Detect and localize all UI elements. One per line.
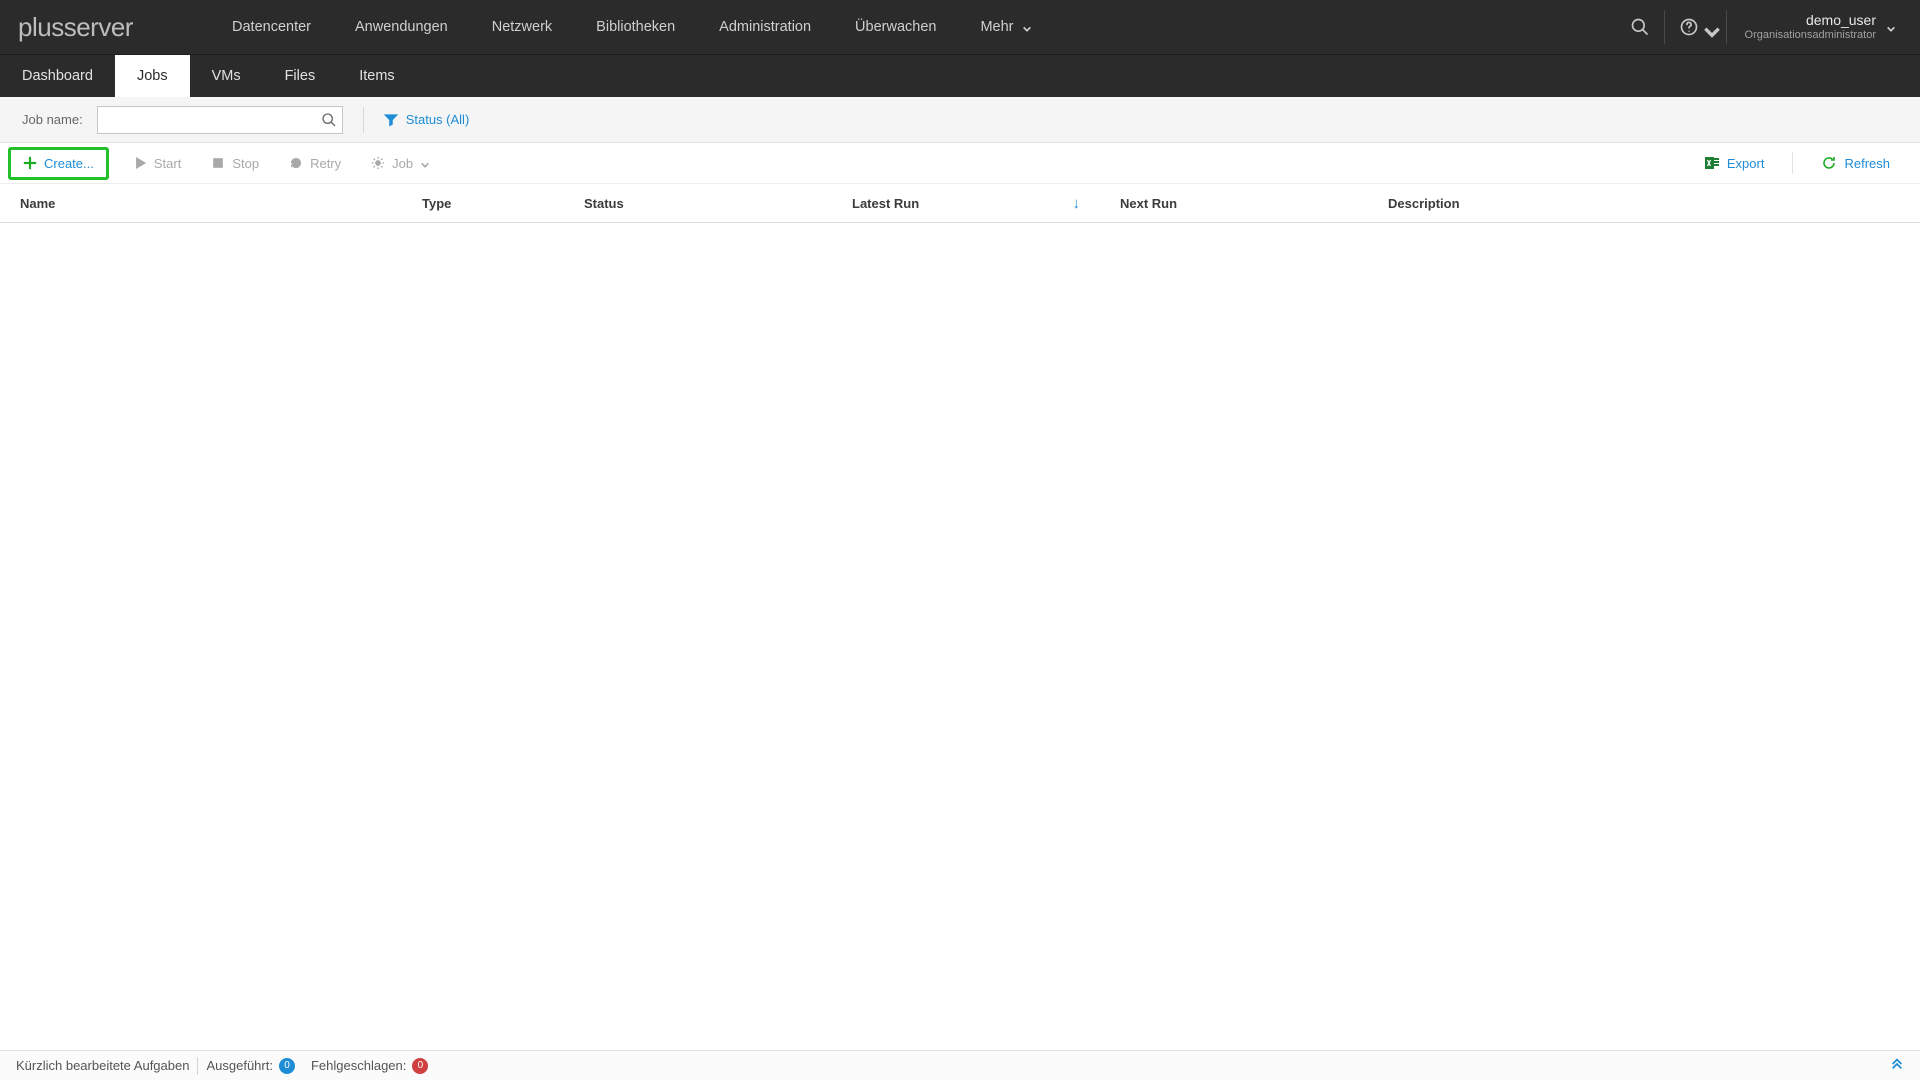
tab-vms[interactable]: VMs — [190, 55, 263, 97]
status-filter[interactable]: Status (All) — [384, 112, 470, 127]
filter-bar: Job name: Status (All) — [0, 97, 1920, 143]
status-executed[interactable]: Ausgeführt: 0 — [198, 1058, 303, 1074]
nav-bibliotheken[interactable]: Bibliotheken — [574, 0, 697, 54]
global-search-button[interactable] — [1616, 10, 1664, 44]
search-icon — [321, 112, 337, 128]
start-button: Start — [123, 152, 191, 175]
refresh-icon — [1821, 155, 1837, 171]
help-icon — [1679, 17, 1699, 37]
toolbar-right: Export Refresh — [1694, 151, 1914, 175]
export-label: Export — [1727, 156, 1765, 171]
sub-nav: Dashboard Jobs VMs Files Items — [0, 54, 1920, 97]
brand-logo: plusserver — [0, 12, 210, 43]
user-text: demo_user Organisationsadministrator — [1745, 13, 1876, 40]
status-failed-label: Fehlgeschlagen: — [311, 1058, 406, 1073]
status-executed-badge: 0 — [279, 1058, 295, 1074]
nav-datencenter[interactable]: Datencenter — [210, 0, 333, 54]
nav-more-label: Mehr — [980, 19, 1013, 35]
chevron-down-icon — [1886, 22, 1896, 32]
retry-button: Retry — [279, 152, 351, 175]
chevron-double-up-icon — [1890, 1057, 1904, 1071]
user-menu[interactable]: demo_user Organisationsadministrator — [1726, 10, 1908, 44]
chevron-down-icon — [1022, 22, 1032, 32]
refresh-label: Refresh — [1844, 156, 1890, 171]
col-description[interactable]: Description — [1378, 196, 1910, 211]
job-menu: Job — [361, 152, 440, 175]
refresh-button[interactable]: Refresh — [1811, 151, 1900, 175]
user-name: demo_user — [1806, 13, 1876, 28]
col-next-run[interactable]: Next Run — [1110, 196, 1378, 211]
job-name-search-input[interactable] — [97, 106, 343, 134]
col-latest-run-label: Latest Run — [852, 196, 919, 211]
status-failed-badge: 0 — [412, 1058, 428, 1074]
filter-icon — [384, 113, 398, 127]
plus-icon — [23, 156, 37, 170]
primary-nav: Datencenter Anwendungen Netzwerk Bibliot… — [210, 0, 1054, 54]
table-header: Name Type Status Latest Run ↓ Next Run D… — [0, 183, 1920, 223]
stop-icon — [211, 156, 225, 170]
start-label: Start — [154, 156, 181, 171]
col-status[interactable]: Status — [574, 196, 842, 211]
gear-icon — [371, 156, 385, 170]
tab-jobs[interactable]: Jobs — [115, 55, 190, 97]
job-label: Job — [392, 156, 413, 171]
separator — [363, 107, 364, 133]
tab-dashboard[interactable]: Dashboard — [0, 55, 115, 97]
help-menu[interactable] — [1664, 10, 1726, 44]
chevron-down-icon — [420, 158, 430, 168]
stop-button: Stop — [201, 152, 269, 175]
play-icon — [133, 156, 147, 170]
status-bar-expand[interactable] — [1890, 1057, 1912, 1074]
nav-anwendungen[interactable]: Anwendungen — [333, 0, 470, 54]
stop-label: Stop — [232, 156, 259, 171]
search-wrap — [97, 106, 343, 134]
toolbar: Create... Start Stop Retry Job Export — [0, 143, 1920, 183]
status-recent-tasks[interactable]: Kürzlich bearbeitete Aufgaben — [8, 1058, 197, 1073]
status-filter-label: Status (All) — [406, 112, 470, 127]
status-bar: Kürzlich bearbeitete Aufgaben Ausgeführt… — [0, 1050, 1920, 1080]
excel-icon — [1704, 155, 1720, 171]
sort-arrow-down-icon: ↓ — [1073, 195, 1081, 212]
separator — [1792, 152, 1793, 174]
search-icon — [1630, 17, 1650, 37]
nav-administration[interactable]: Administration — [697, 0, 833, 54]
create-label: Create... — [44, 156, 94, 171]
col-name[interactable]: Name — [10, 196, 412, 211]
retry-label: Retry — [310, 156, 341, 171]
col-type[interactable]: Type — [412, 196, 574, 211]
table-body-empty — [0, 223, 1920, 1050]
chevron-down-icon — [1702, 22, 1712, 32]
nav-netzwerk[interactable]: Netzwerk — [470, 0, 574, 54]
retry-icon — [289, 156, 303, 170]
status-executed-label: Ausgeführt: — [206, 1058, 273, 1073]
nav-ueberwachen[interactable]: Überwachen — [833, 0, 958, 54]
nav-more[interactable]: Mehr — [958, 0, 1053, 54]
filter-label: Job name: — [22, 112, 83, 127]
search-button[interactable] — [316, 107, 342, 133]
topbar-right: demo_user Organisationsadministrator — [1616, 0, 1920, 54]
col-latest-run[interactable]: Latest Run ↓ — [842, 195, 1110, 212]
brand-text: plusserver — [18, 12, 133, 43]
create-button[interactable]: Create... — [8, 147, 109, 180]
tab-items[interactable]: Items — [337, 55, 416, 97]
tab-files[interactable]: Files — [263, 55, 338, 97]
export-button[interactable]: Export — [1694, 151, 1775, 175]
top-bar: plusserver Datencenter Anwendungen Netzw… — [0, 0, 1920, 54]
user-role: Organisationsadministrator — [1745, 29, 1876, 41]
status-failed[interactable]: Fehlgeschlagen: 0 — [303, 1058, 436, 1074]
